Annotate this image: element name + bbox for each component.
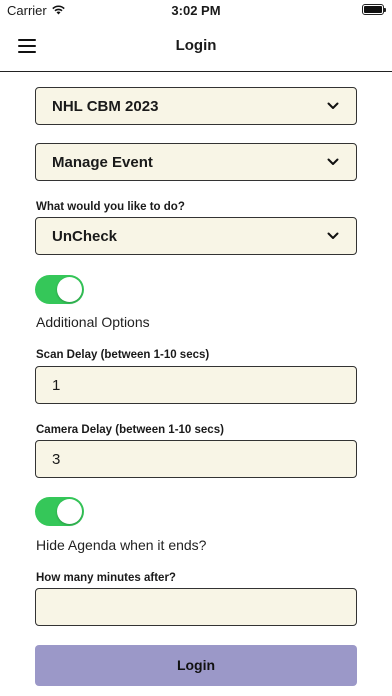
minutes-after-input[interactable] (35, 588, 357, 626)
chevron-down-icon (327, 102, 339, 109)
chevron-down-icon (327, 158, 339, 165)
action-label: What would you like to do? (36, 201, 185, 213)
scan-delay-label: Scan Delay (between 1-10 secs) (36, 349, 210, 361)
page-title: Login (175, 37, 217, 54)
event-select-value: NHL CBM 2023 (52, 98, 159, 115)
battery-icon (362, 4, 386, 15)
mode-select-value: Manage Event (52, 154, 153, 171)
navigation-bar: Login (0, 22, 392, 72)
hide-agenda-label: Hide Agenda when it ends? (36, 537, 207, 553)
additional-options-label: Additional Options (36, 314, 150, 330)
camera-delay-label: Camera Delay (between 1-10 secs) (36, 424, 224, 436)
action-select[interactable]: UnCheck (35, 217, 357, 255)
additional-options-toggle[interactable] (35, 275, 84, 304)
status-bar: Carrier 3:02 PM (0, 0, 392, 22)
scan-delay-input[interactable] (35, 366, 357, 404)
mode-select[interactable]: Manage Event (35, 143, 357, 181)
camera-delay-input[interactable] (35, 440, 357, 478)
action-select-value: UnCheck (52, 228, 118, 245)
hide-agenda-toggle[interactable] (35, 497, 84, 526)
event-select[interactable]: NHL CBM 2023 (35, 87, 357, 125)
login-button[interactable]: Login (35, 645, 357, 686)
minutes-after-label: How many minutes after? (36, 572, 176, 584)
chevron-down-icon (327, 232, 339, 239)
status-time: 3:02 PM (171, 3, 221, 18)
